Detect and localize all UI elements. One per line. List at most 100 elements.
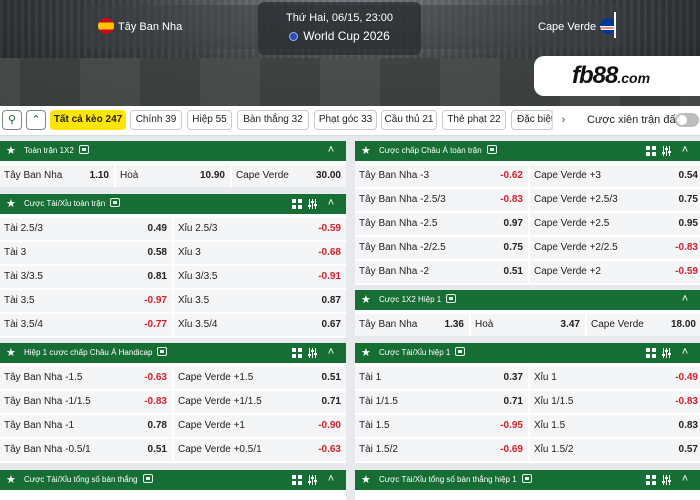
odds-cell[interactable]: Cape Verde +1.5 0.51 — [174, 367, 346, 389]
tab-corners[interactable]: Phạt góc 33 — [314, 110, 377, 130]
odds-cell[interactable]: Cape Verde +2 -0.59 — [530, 261, 700, 283]
market-header[interactable]: ★ Cược Tài/Xỉu toàn trận ˄ — [0, 194, 346, 214]
sliders-icon[interactable] — [308, 199, 318, 209]
odds-cell[interactable]: Tài 3 0.58 — [0, 242, 172, 264]
odds-value: -0.68 — [318, 247, 341, 258]
tab-players[interactable]: Cầu thủ 21 — [381, 110, 437, 130]
star-icon[interactable]: ★ — [361, 343, 371, 363]
odds-value: 0.95 — [678, 218, 698, 229]
odds-cell[interactable]: Tài 3/3.5 0.81 — [0, 266, 172, 288]
odds-cell[interactable]: Xỉu 1 -0.49 — [530, 367, 700, 389]
odds-cell[interactable]: Tài 3.5/4 -0.77 — [0, 314, 172, 336]
star-icon[interactable]: ★ — [6, 141, 16, 161]
chevron-up-icon[interactable]: ˄ — [326, 145, 336, 156]
chevron-up-icon[interactable]: ˄ — [326, 474, 336, 485]
market-header[interactable]: ★ Cược Tài/Xỉu hiệp 1 ˄ — [355, 343, 700, 363]
tab-half[interactable]: Hiệp 55 — [187, 110, 232, 130]
sliders-icon[interactable] — [308, 475, 318, 485]
market-header[interactable]: ★ Toàn trận 1X2 ˄ — [0, 141, 346, 161]
odds-cell[interactable]: Hoà 10.90 — [116, 165, 230, 187]
chevron-right-icon[interactable]: › — [552, 110, 574, 130]
brand-logo[interactable]: fb88.com — [534, 56, 700, 96]
logo-text: fb88 — [572, 62, 618, 89]
star-icon[interactable]: ★ — [6, 343, 16, 363]
tab-cards[interactable]: Thẻ phạt 22 — [442, 110, 506, 130]
odds-cell[interactable]: Xỉu 1/1.5 -0.83 — [530, 391, 700, 413]
odds-cell[interactable]: Tây Ban Nha 1.36 — [355, 314, 469, 336]
chevron-up-icon[interactable]: ˄ — [326, 347, 336, 358]
parlay-toggle[interactable] — [675, 113, 699, 127]
odds-cell[interactable]: Cape Verde +0.5/1 -0.63 — [174, 439, 346, 461]
odds-cell[interactable]: Tây Ban Nha -1.5 -0.63 — [0, 367, 172, 389]
selection-label: Tài 1.5/2 — [359, 444, 398, 455]
odds-cell[interactable]: Tây Ban Nha -2 0.51 — [355, 261, 528, 283]
odds-cell[interactable]: Tài 2.5/3 0.49 — [0, 218, 172, 240]
grid-icon[interactable] — [646, 348, 656, 358]
chevron-up-icon[interactable]: ˄ — [680, 294, 690, 305]
sliders-icon[interactable] — [662, 475, 672, 485]
tab-special[interactable]: Đặc biệt — [511, 110, 553, 130]
search-icon[interactable]: ⚲ — [2, 110, 22, 130]
odds-value: -0.91 — [318, 271, 341, 282]
odds-cell[interactable]: Cape Verde +3 0.54 — [530, 165, 700, 187]
odds-cell[interactable]: Tây Ban Nha -2.5 0.97 — [355, 213, 528, 235]
market-header[interactable]: ★ Hiệp 1 cược chấp Châu Á Handicap ˄ — [0, 343, 346, 363]
odds-cell[interactable]: Tây Ban Nha -1 0.78 — [0, 415, 172, 437]
grid-icon[interactable] — [292, 348, 302, 358]
market-title: Cược Tài/Xỉu toàn trận — [24, 199, 106, 208]
odds-cell[interactable]: Cape Verde +2.5 0.95 — [530, 213, 700, 235]
grid-icon[interactable] — [646, 146, 656, 156]
market-header[interactable]: ★ Cược Tài/Xỉu tổng số bàn thắng ˄ — [0, 470, 346, 490]
odds-cell[interactable]: Xỉu 1.5 0.83 — [530, 415, 700, 437]
odds-cell[interactable]: Cape Verde +2/2.5 -0.83 — [530, 237, 700, 259]
odds-cell[interactable]: Tài 1.5/2 -0.69 — [355, 439, 528, 461]
odds-cell[interactable]: Xỉu 1.5/2 0.57 — [530, 439, 700, 461]
odds-cell[interactable]: Cape Verde 18.00 — [587, 314, 700, 336]
odds-cell[interactable]: Hoà 3.47 — [471, 314, 585, 336]
star-icon[interactable]: ★ — [6, 194, 16, 214]
odds-cell[interactable]: Xỉu 2.5/3 -0.59 — [174, 218, 346, 240]
chevron-up-icon[interactable]: ˄ — [326, 198, 336, 209]
away-team[interactable]: Cape Verde — [538, 18, 617, 34]
odds-cell[interactable]: Cape Verde +1 -0.90 — [174, 415, 346, 437]
odds-cell[interactable]: Xỉu 3.5/4 0.67 — [174, 314, 346, 336]
sliders-icon[interactable] — [662, 348, 672, 358]
grid-icon[interactable] — [646, 475, 656, 485]
chevron-up-icon[interactable]: ˄ — [680, 474, 690, 485]
sliders-icon[interactable] — [662, 146, 672, 156]
star-icon[interactable]: ★ — [361, 470, 371, 490]
odds-cell[interactable]: Cape Verde 30.00 — [232, 165, 346, 187]
chevron-up-icon[interactable]: ˄ — [680, 347, 690, 358]
odds-cell[interactable]: Xỉu 3.5 0.87 — [174, 290, 346, 312]
odds-cell[interactable]: Tây Ban Nha -3 -0.62 — [355, 165, 528, 187]
tab-all-markets[interactable]: Tất cả kèo 247 — [50, 110, 126, 130]
star-icon[interactable]: ★ — [6, 470, 16, 490]
odds-cell[interactable]: Tây Ban Nha -2.5/3 -0.83 — [355, 189, 528, 211]
odds-cell[interactable]: Tài 1/1.5 0.71 — [355, 391, 528, 413]
odds-cell[interactable]: Tây Ban Nha -1/1.5 -0.83 — [0, 391, 172, 413]
odds-cell[interactable]: Tài 3.5 -0.97 — [0, 290, 172, 312]
odds-cell[interactable]: Tây Ban Nha -0.5/1 0.51 — [0, 439, 172, 461]
grid-icon[interactable] — [292, 475, 302, 485]
odds-cell[interactable]: Cape Verde +1/1.5 0.71 — [174, 391, 346, 413]
sliders-icon[interactable] — [308, 348, 318, 358]
odds-cell[interactable]: Xỉu 3/3.5 -0.91 — [174, 266, 346, 288]
grid-icon[interactable] — [292, 199, 302, 209]
home-team[interactable]: Tây Ban Nha — [98, 18, 182, 34]
tab-main[interactable]: Chính 39 — [130, 110, 182, 130]
double-chevron-up-icon[interactable]: ⌃ — [26, 110, 46, 130]
market-header[interactable]: ★ Cược Tài/Xỉu tổng số bàn thắng hiệp 1 ˄ — [355, 470, 700, 490]
market-header[interactable]: ★ Cược 1X2 Hiệp 1 ˄ — [355, 290, 700, 310]
odds-cell[interactable]: Tài 1.5 -0.95 — [355, 415, 528, 437]
star-icon[interactable]: ★ — [361, 290, 371, 310]
odds-cell[interactable]: Cape Verde +2.5/3 0.75 — [530, 189, 700, 211]
market-header[interactable]: ★ Cược chấp Châu Á toàn trận ˄ — [355, 141, 700, 161]
star-icon[interactable]: ★ — [361, 141, 371, 161]
odds-cell[interactable]: Xỉu 3 -0.68 — [174, 242, 346, 264]
odds-value: -0.69 — [500, 444, 523, 455]
odds-cell[interactable]: Tài 1 0.37 — [355, 367, 528, 389]
tab-goals[interactable]: Bàn thắng 32 — [237, 110, 309, 130]
odds-cell[interactable]: Tây Ban Nha -2/2.5 0.75 — [355, 237, 528, 259]
chevron-up-icon[interactable]: ˄ — [680, 145, 690, 156]
odds-cell[interactable]: Tây Ban Nha 1.10 — [0, 165, 114, 187]
